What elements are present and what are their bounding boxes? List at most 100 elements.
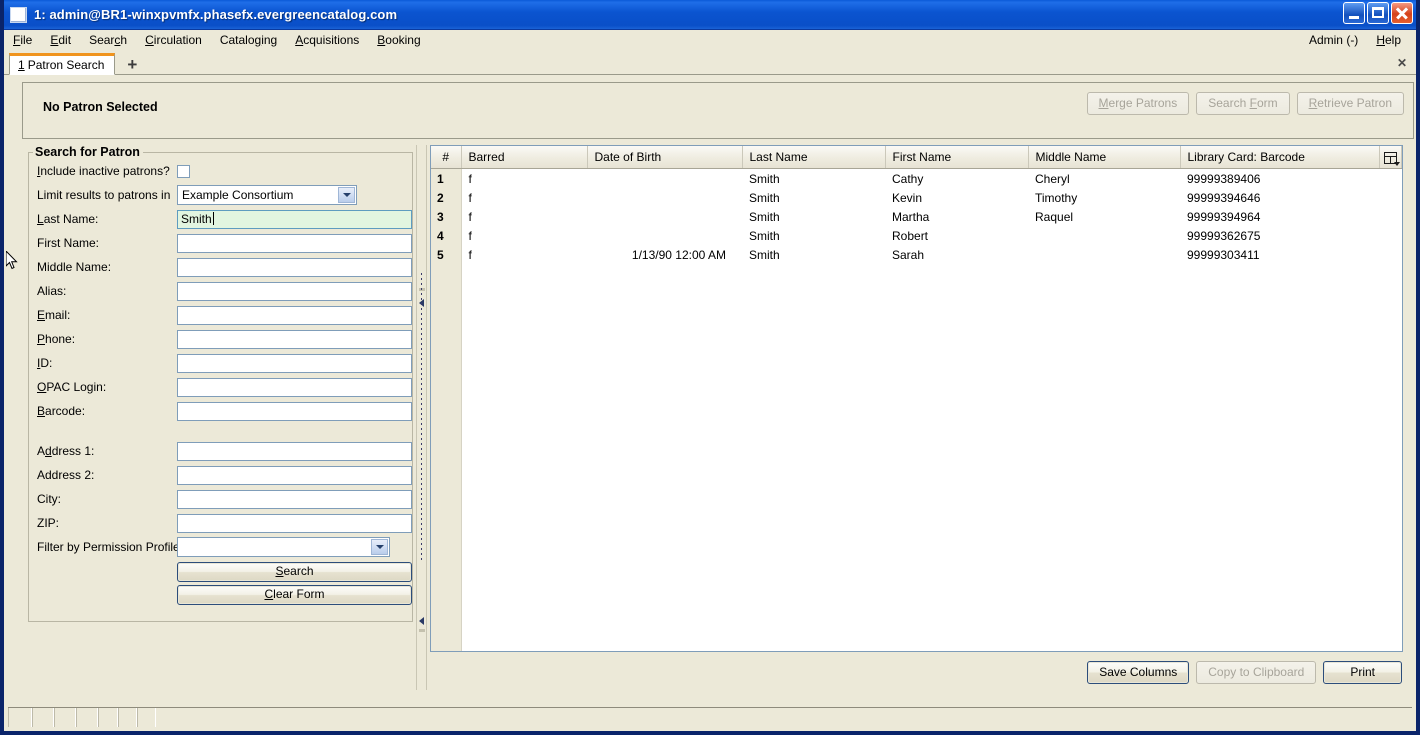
status-segment-main: [156, 708, 1412, 727]
save-columns-button[interactable]: Save Columns: [1087, 661, 1190, 684]
cell-spacer: [1380, 245, 1402, 264]
limit-results-value: Example Consortium: [182, 188, 294, 202]
status-segment-6: [118, 708, 137, 727]
address-1-input[interactable]: [177, 441, 412, 461]
search-button[interactable]: Search: [177, 562, 412, 582]
barcode-input[interactable]: [177, 401, 412, 421]
cell-date-of-birth: [587, 226, 742, 245]
last-name-input[interactable]: Smith: [177, 209, 412, 229]
zip-input[interactable]: [177, 513, 412, 533]
chevron-down-icon[interactable]: [371, 539, 388, 555]
col-header-date-of-birth[interactable]: Date of Birth: [587, 146, 743, 169]
results-panel: # Barred Date of Birth Last Name First N…: [427, 145, 1404, 690]
row-opac-login: OPAC Login:: [29, 375, 412, 399]
row-first-name: First Name:: [29, 231, 412, 255]
cell-middle-name: Cheryl: [1035, 171, 1070, 186]
status-bar: [8, 707, 1412, 727]
table-row[interactable]: 5 f 1/13/90 12:00 AM Smith Sarah 9999930…: [431, 245, 1402, 264]
permission-profile-select[interactable]: [177, 537, 390, 557]
middle-name-input[interactable]: [177, 257, 412, 277]
close-button[interactable]: [1391, 2, 1413, 24]
menu-bar: File Edit Search Circulation Cataloging …: [4, 30, 1416, 51]
cell-barred: f: [468, 228, 472, 243]
cell-first-name: Martha: [892, 209, 930, 224]
tab-label: Patron Search: [27, 58, 105, 72]
splitter-nub-bottom: [419, 629, 425, 632]
merge-patrons-button[interactable]: Merge Patrons: [1086, 92, 1190, 115]
alias-input[interactable]: [177, 281, 412, 301]
new-tab-button[interactable]: +: [123, 56, 141, 73]
cell-barred: f: [468, 190, 472, 205]
cell-middle-name: [1028, 226, 1180, 245]
cell-date-of-birth: [587, 188, 742, 207]
menu-cataloging[interactable]: Cataloging: [211, 31, 286, 49]
status-segment-3: [54, 708, 76, 727]
cell-barred: f: [468, 171, 472, 186]
col-header-first-name[interactable]: First Name: [885, 146, 1029, 169]
search-actions: Search: [29, 562, 412, 582]
cell-row-number: 1: [431, 168, 462, 188]
panel-splitter[interactable]: [416, 145, 427, 690]
email-label: Email:: [37, 308, 71, 322]
chevron-down-icon[interactable]: [338, 187, 355, 203]
table-row[interactable]: 2 f Smith Kevin Timothy 99999394646: [431, 188, 1402, 207]
tab-patron-search[interactable]: 1 Patron Search: [9, 53, 116, 75]
menu-file[interactable]: File: [4, 31, 41, 49]
alias-label: Alias:: [37, 284, 67, 298]
cell-spacer: [1380, 169, 1402, 189]
search-panel: Search for Patron Include inactive patro…: [22, 145, 417, 690]
opac-login-label: OPAC Login:: [37, 380, 107, 394]
address-2-input[interactable]: [177, 465, 412, 485]
city-input[interactable]: [177, 489, 412, 509]
minimize-button[interactable]: [1343, 2, 1365, 24]
menu-booking[interactable]: Booking: [368, 31, 429, 49]
col-header-library-card-barcode[interactable]: Library Card: Barcode: [1180, 146, 1380, 169]
patron-status-text: No Patron Selected: [43, 100, 158, 114]
col-header-number[interactable]: #: [431, 146, 462, 169]
form-spacer: [29, 423, 412, 439]
collapse-left-arrow-icon-2[interactable]: [419, 617, 424, 625]
id-label: ID:: [37, 356, 53, 370]
print-button[interactable]: Print: [1323, 661, 1402, 684]
phone-input[interactable]: [177, 329, 412, 349]
limit-results-select[interactable]: Example Consortium: [177, 185, 357, 205]
table-row[interactable]: 1 f Smith Cathy Cheryl 99999389406: [431, 168, 1402, 189]
retrieve-patron-button[interactable]: Retrieve Patron: [1296, 92, 1404, 115]
maximize-button[interactable]: [1367, 2, 1389, 24]
id-input[interactable]: [177, 353, 412, 373]
row-phone: Phone:: [29, 327, 412, 351]
clear-form-button[interactable]: Clear Form: [177, 585, 412, 605]
table-row[interactable]: 3 f Smith Martha Raquel 99999394964: [431, 207, 1402, 226]
row-address-1: Address 1:: [29, 439, 412, 463]
opac-login-input[interactable]: [177, 377, 412, 397]
menu-admin[interactable]: Admin (-): [1300, 31, 1367, 49]
patron-results-table: # Barred Date of Birth Last Name First N…: [431, 146, 1402, 264]
column-picker-button[interactable]: [1379, 146, 1402, 169]
cell-barcode: 99999389406: [1187, 171, 1261, 186]
table-row[interactable]: 4 f Smith Robert 99999362675: [431, 226, 1402, 245]
menu-help[interactable]: Help: [1367, 31, 1410, 49]
cell-barcode: 99999303411: [1187, 247, 1260, 262]
col-header-middle-name[interactable]: Middle Name: [1028, 146, 1181, 169]
cell-barcode: 99999394646: [1187, 190, 1261, 205]
copy-to-clipboard-button[interactable]: Copy to Clipboard: [1196, 661, 1317, 684]
cell-first-name: Kevin: [892, 190, 923, 205]
cell-barcode: 99999394964: [1187, 209, 1261, 224]
status-segment-4: [76, 708, 98, 727]
menu-edit[interactable]: Edit: [41, 31, 80, 49]
first-name-input[interactable]: [177, 233, 412, 253]
close-tab-button[interactable]: ✕: [1397, 56, 1407, 70]
middle-name-label: Middle Name:: [37, 260, 112, 274]
col-header-barred[interactable]: Barred: [461, 146, 588, 169]
search-form-button[interactable]: Search Form: [1196, 92, 1290, 115]
col-header-last-name[interactable]: Last Name: [742, 146, 886, 169]
status-segment-5: [98, 708, 118, 727]
menu-search[interactable]: Search: [80, 31, 136, 49]
cell-spacer: [1380, 188, 1402, 207]
include-inactive-checkbox[interactable]: [177, 164, 190, 178]
email-input[interactable]: [177, 305, 412, 325]
cell-row-number: 2: [431, 188, 462, 207]
menu-circulation[interactable]: Circulation: [136, 31, 211, 49]
menu-acquisitions[interactable]: Acquisitions: [286, 31, 368, 49]
row-address-2: Address 2:: [29, 463, 412, 487]
